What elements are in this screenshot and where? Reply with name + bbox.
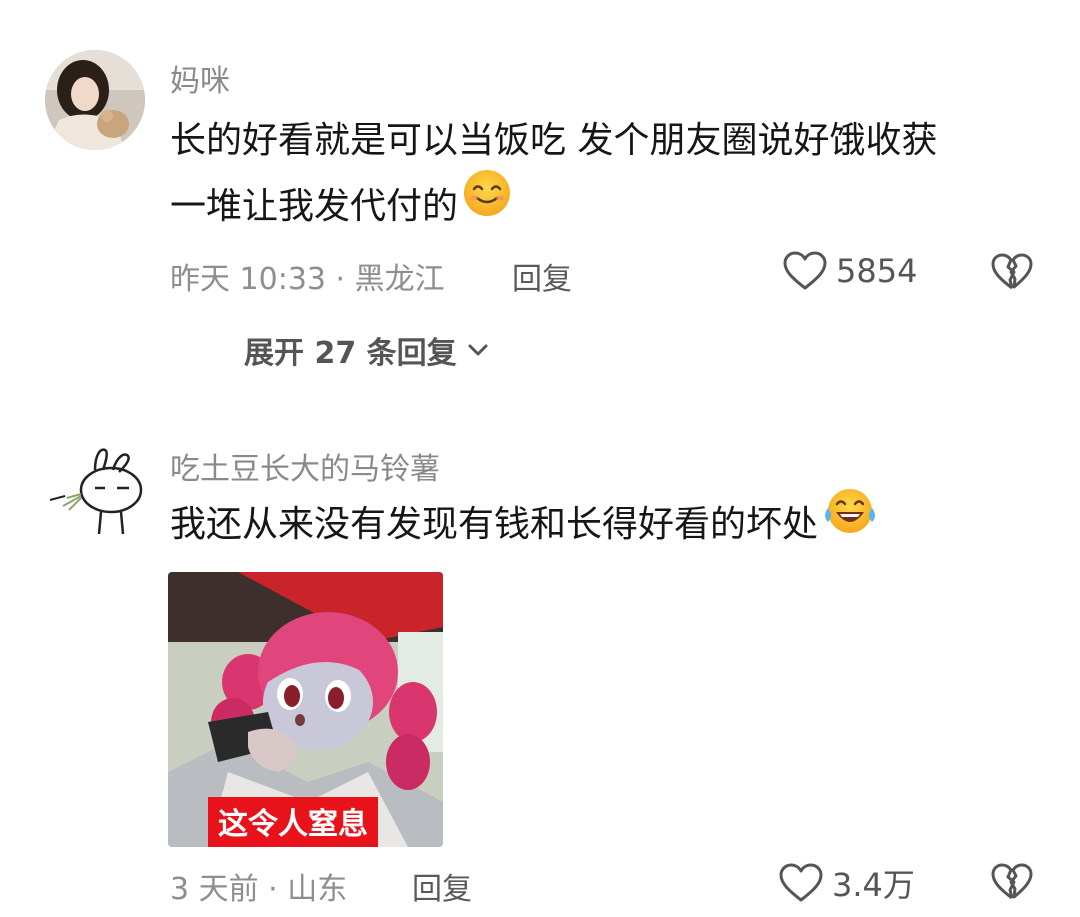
broken-heart-icon: [991, 863, 1033, 900]
comment-time-location: 3 天前 · 山东: [170, 872, 348, 907]
comment-item: 吃土豆长大的马铃薯 我还从来没有发现有钱和长得好看的坏处 这令人窒息 3 天前 …: [0, 0, 1080, 917]
like-button[interactable]: 3.4万: [778, 860, 915, 906]
comment-text-line: 我还从来没有发现有钱和长得好看的坏处: [170, 504, 819, 545]
sticker-caption: 这令人窒息: [208, 797, 378, 847]
avatar[interactable]: [45, 440, 145, 540]
dislike-button[interactable]: [990, 862, 1034, 906]
doodle-rabbit-icon: [49, 448, 143, 535]
comment-text: 我还从来没有发现有钱和长得好看的坏处: [170, 489, 878, 558]
like-count: 3.4万: [832, 866, 915, 904]
comment-username[interactable]: 吃土豆长大的马铃薯: [170, 444, 440, 488]
tears-of-joy-icon: [822, 486, 878, 558]
sticker-image[interactable]: 这令人窒息: [168, 572, 443, 847]
reply-button[interactable]: 回复: [412, 864, 472, 908]
heart-icon: [779, 863, 823, 902]
